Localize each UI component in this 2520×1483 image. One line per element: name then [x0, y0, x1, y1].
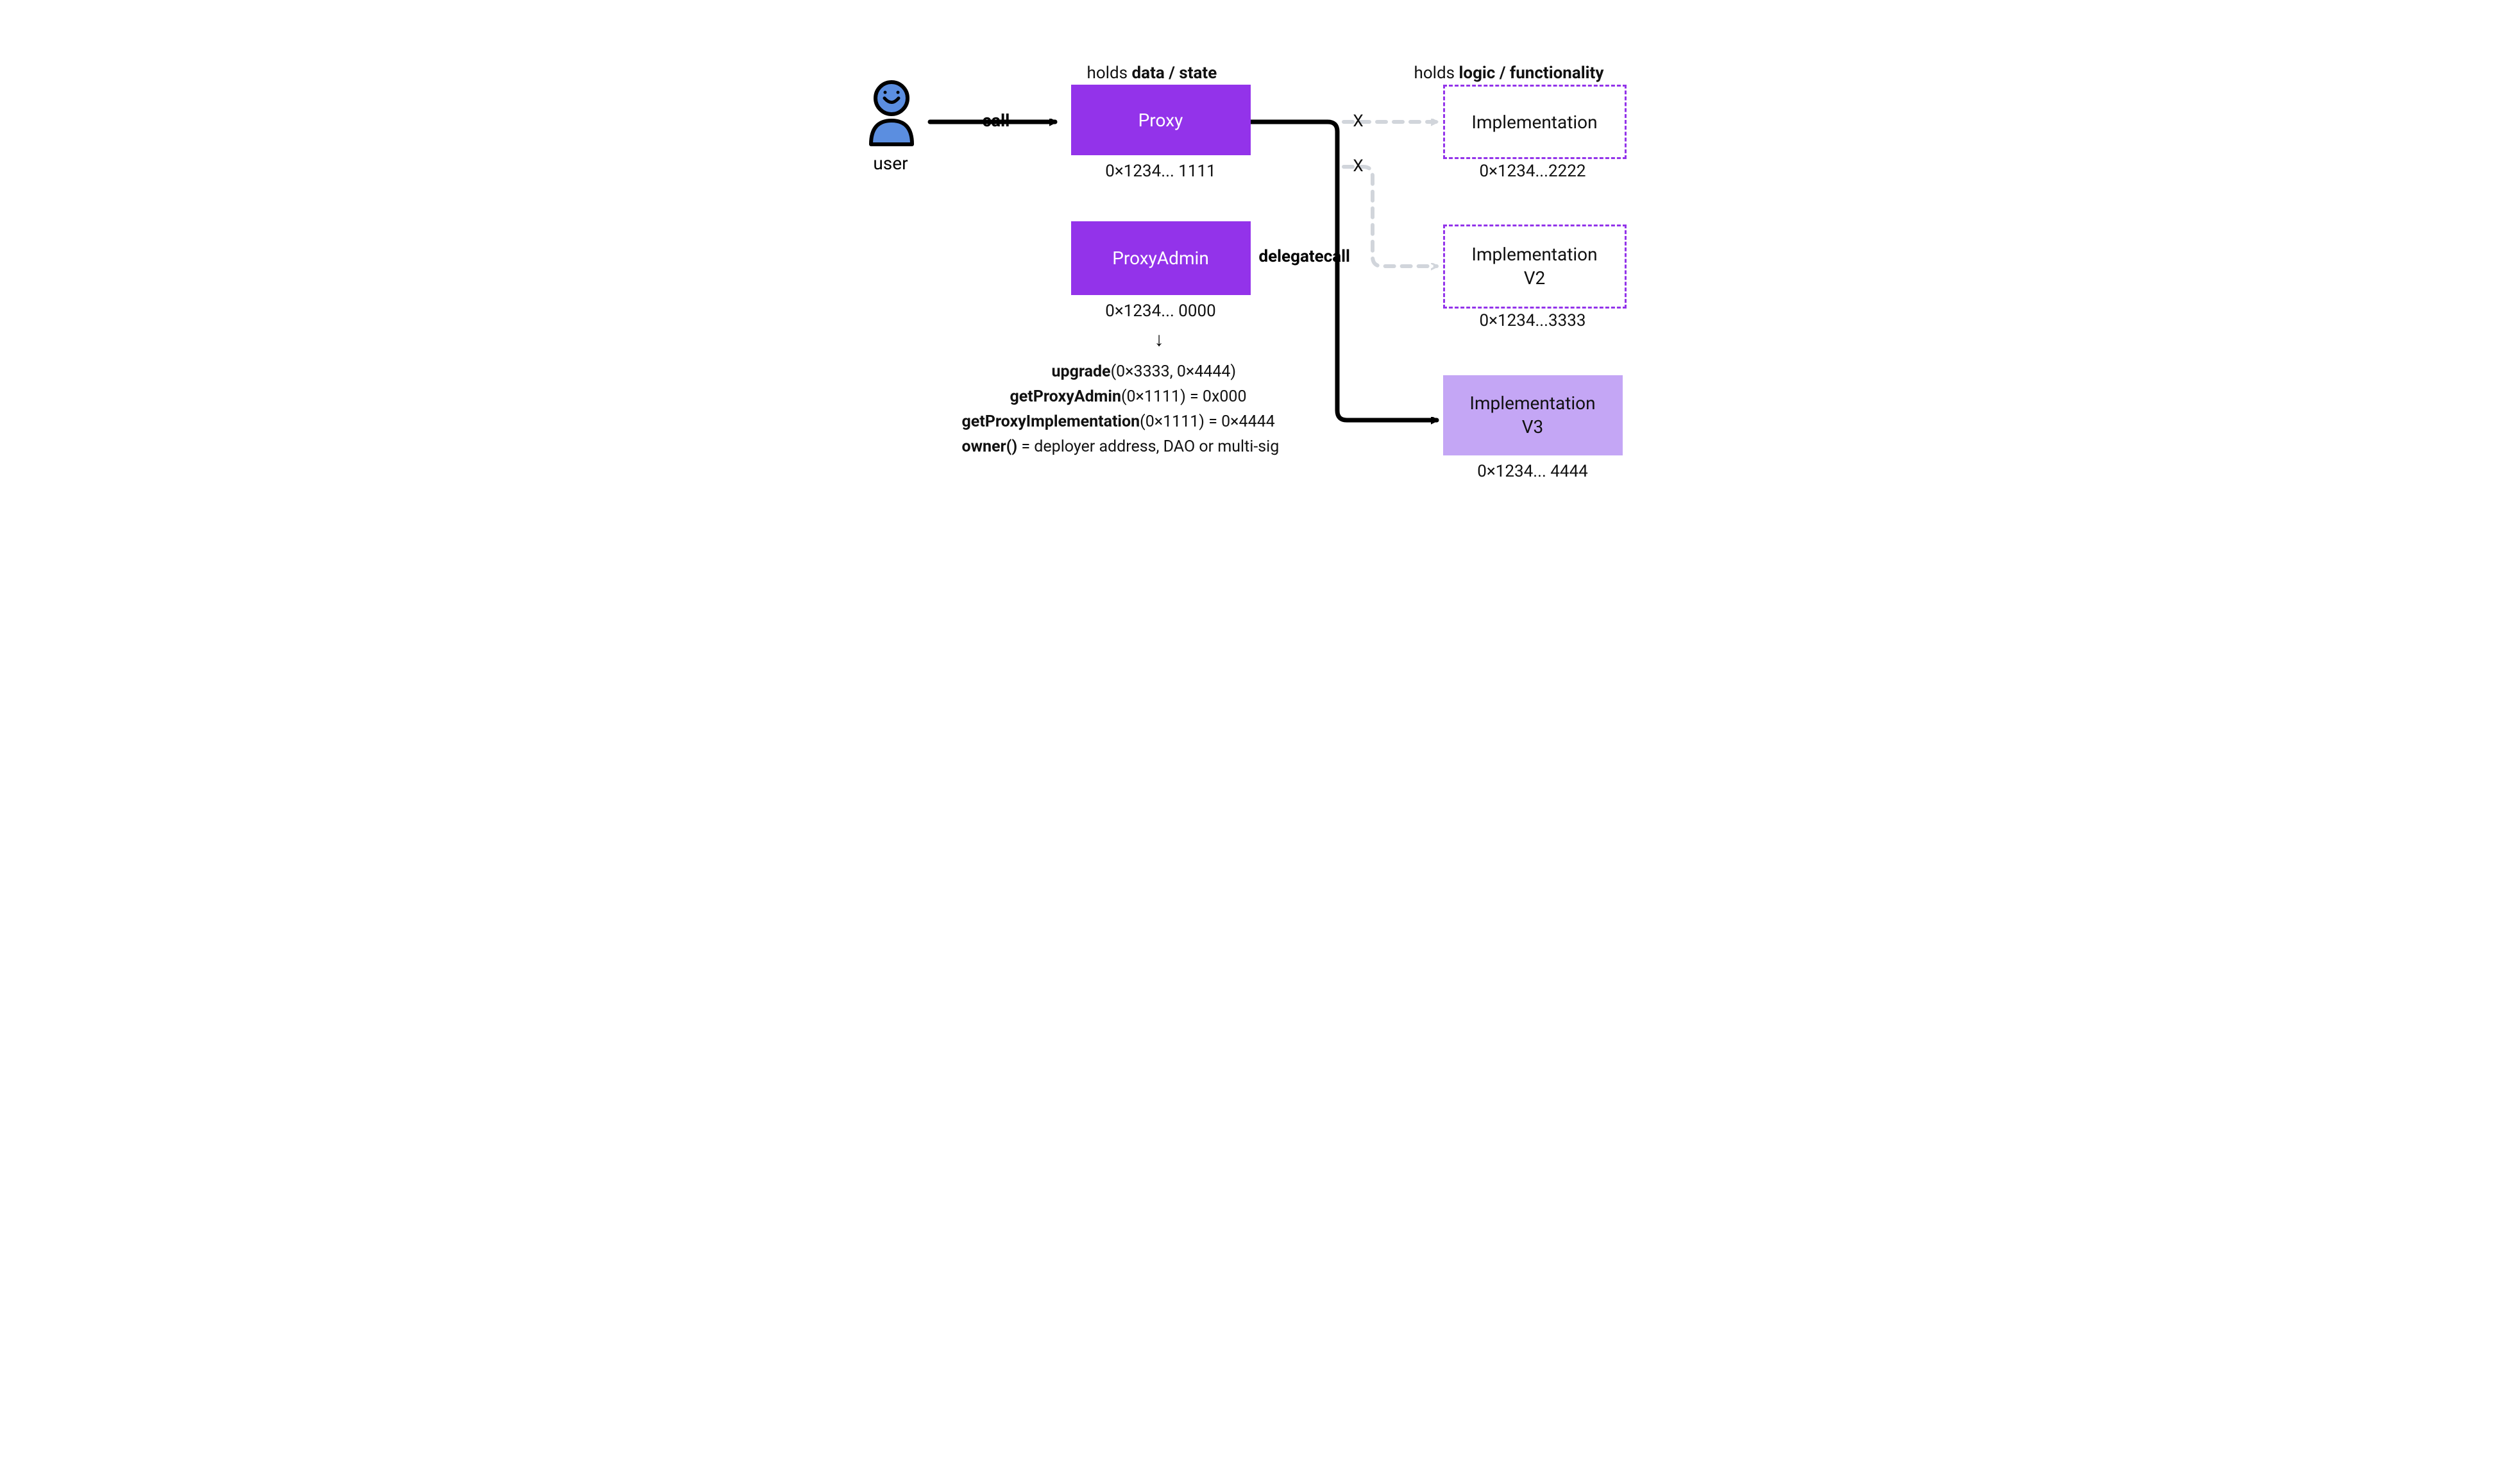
proxy-box: Proxy [1071, 85, 1251, 155]
x-marker-1: X [1349, 112, 1368, 131]
proxy-admin-box: ProxyAdmin [1071, 221, 1251, 295]
user-label: user [852, 153, 929, 174]
impl3-title-l2: V3 [1522, 416, 1544, 439]
impl3-title-l1: Implementation [1469, 392, 1595, 415]
fn-owner-name: owner() [962, 437, 1018, 456]
caption-right-prefix: holds [1414, 64, 1459, 83]
impl2-title-l1: Implementation [1471, 243, 1597, 266]
impl3-address: 0×1234... 4444 [1443, 462, 1623, 481]
delegatecall-label: delegatecall [1259, 247, 1350, 266]
diagram-canvas: user call holds data / state holds logic… [786, 0, 1735, 558]
fn-upgrade-name: upgrade [1052, 362, 1111, 381]
fn-owner: owner() = deployer address, DAO or multi… [962, 437, 1280, 456]
proxy-address: 0×1234... 1111 [1071, 162, 1251, 181]
caption-left-bold: data / state [1132, 64, 1217, 83]
impl2-address: 0×1234...3333 [1443, 311, 1623, 330]
fn-getproxyimpl: getProxyImplementation(0×1111) = 0×4444 [962, 412, 1275, 431]
caption-logic-functionality: holds logic / functionality [1414, 64, 1604, 83]
caption-left-prefix: holds [1087, 64, 1132, 83]
caption-data-state: holds data / state [1087, 64, 1217, 83]
fn-gpi-args: (0×1111) = 0×4444 [1140, 412, 1275, 431]
impl3-box: Implementation V3 [1443, 375, 1623, 455]
fn-upgrade: upgrade(0×3333, 0×4444) [1052, 362, 1237, 381]
fn-gpa-args: (0×1111) = 0x000 [1121, 387, 1247, 406]
fn-owner-args: = deployer address, DAO or multi-sig [1017, 437, 1279, 456]
fn-getproxyadmin: getProxyAdmin(0×1111) = 0x000 [1010, 387, 1247, 406]
fn-upgrade-args: (0×3333, 0×4444) [1111, 362, 1237, 381]
impl2-box: Implementation V2 [1443, 225, 1627, 309]
impl1-address: 0×1234...2222 [1443, 162, 1623, 181]
arrow-down-icon: ↓ [1154, 328, 1164, 351]
proxy-admin-title: ProxyAdmin [1112, 248, 1209, 269]
impl2-title-l2: V2 [1524, 267, 1546, 290]
proxy-admin-address: 0×1234... 0000 [1071, 301, 1251, 321]
fn-gpa-name: getProxyAdmin [1010, 387, 1121, 406]
proxy-title: Proxy [1138, 110, 1183, 131]
fn-gpi-name: getProxyImplementation [962, 412, 1140, 431]
impl1-title: Implementation [1471, 112, 1597, 133]
call-label: call [983, 110, 1010, 131]
impl1-box: Implementation [1443, 85, 1627, 159]
x-marker-2: X [1349, 157, 1368, 176]
caption-right-bold: logic / functionality [1459, 64, 1604, 83]
